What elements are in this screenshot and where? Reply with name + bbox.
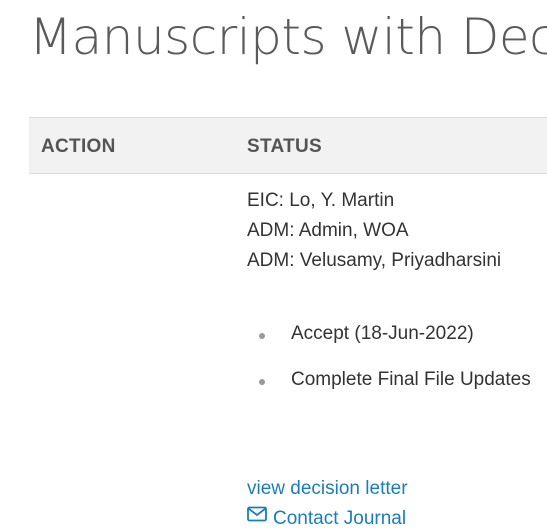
decision-label: Accept (18-Jun-2022) — [291, 323, 474, 344]
contact-journal-link[interactable]: Contact Journal — [247, 504, 408, 532]
admin-contact-secondary: ADM: Velusamy, Priyadharsini — [247, 250, 502, 271]
decision-label: Complete Final File Updates — [291, 369, 531, 390]
envelope-icon — [247, 502, 267, 532]
decision-item-accept: Accept (18-Jun-2022) — [247, 319, 547, 349]
view-decision-letter-link[interactable]: view decision letter — [247, 474, 408, 504]
status-column-header: STATUS — [247, 136, 322, 157]
manuscripts-page: Manuscripts with Decis ACTION STATUS EIC… — [0, 0, 547, 532]
admin-contact: ADM: Admin, WOA — [247, 220, 409, 241]
status-cell: EIC: Lo, Y. Martin ADM: Admin, WOA ADM: … — [247, 186, 547, 529]
page-title: Manuscripts with Decis — [29, 8, 547, 66]
status-links: view decision letter Contact Journal — [247, 474, 408, 532]
bullet-icon — [259, 379, 265, 385]
editor-in-chief: EIC: Lo, Y. Martin — [247, 190, 395, 211]
decision-list: Accept (18-Jun-2022) Complete Final File… — [247, 319, 547, 411]
decision-item-final-files: Complete Final File Updates — [247, 365, 547, 395]
action-column-header: ACTION — [41, 136, 116, 157]
bullet-icon — [259, 333, 265, 339]
contact-journal-label: Contact Journal — [273, 508, 407, 530]
table-header: ACTION STATUS — [29, 117, 547, 174]
